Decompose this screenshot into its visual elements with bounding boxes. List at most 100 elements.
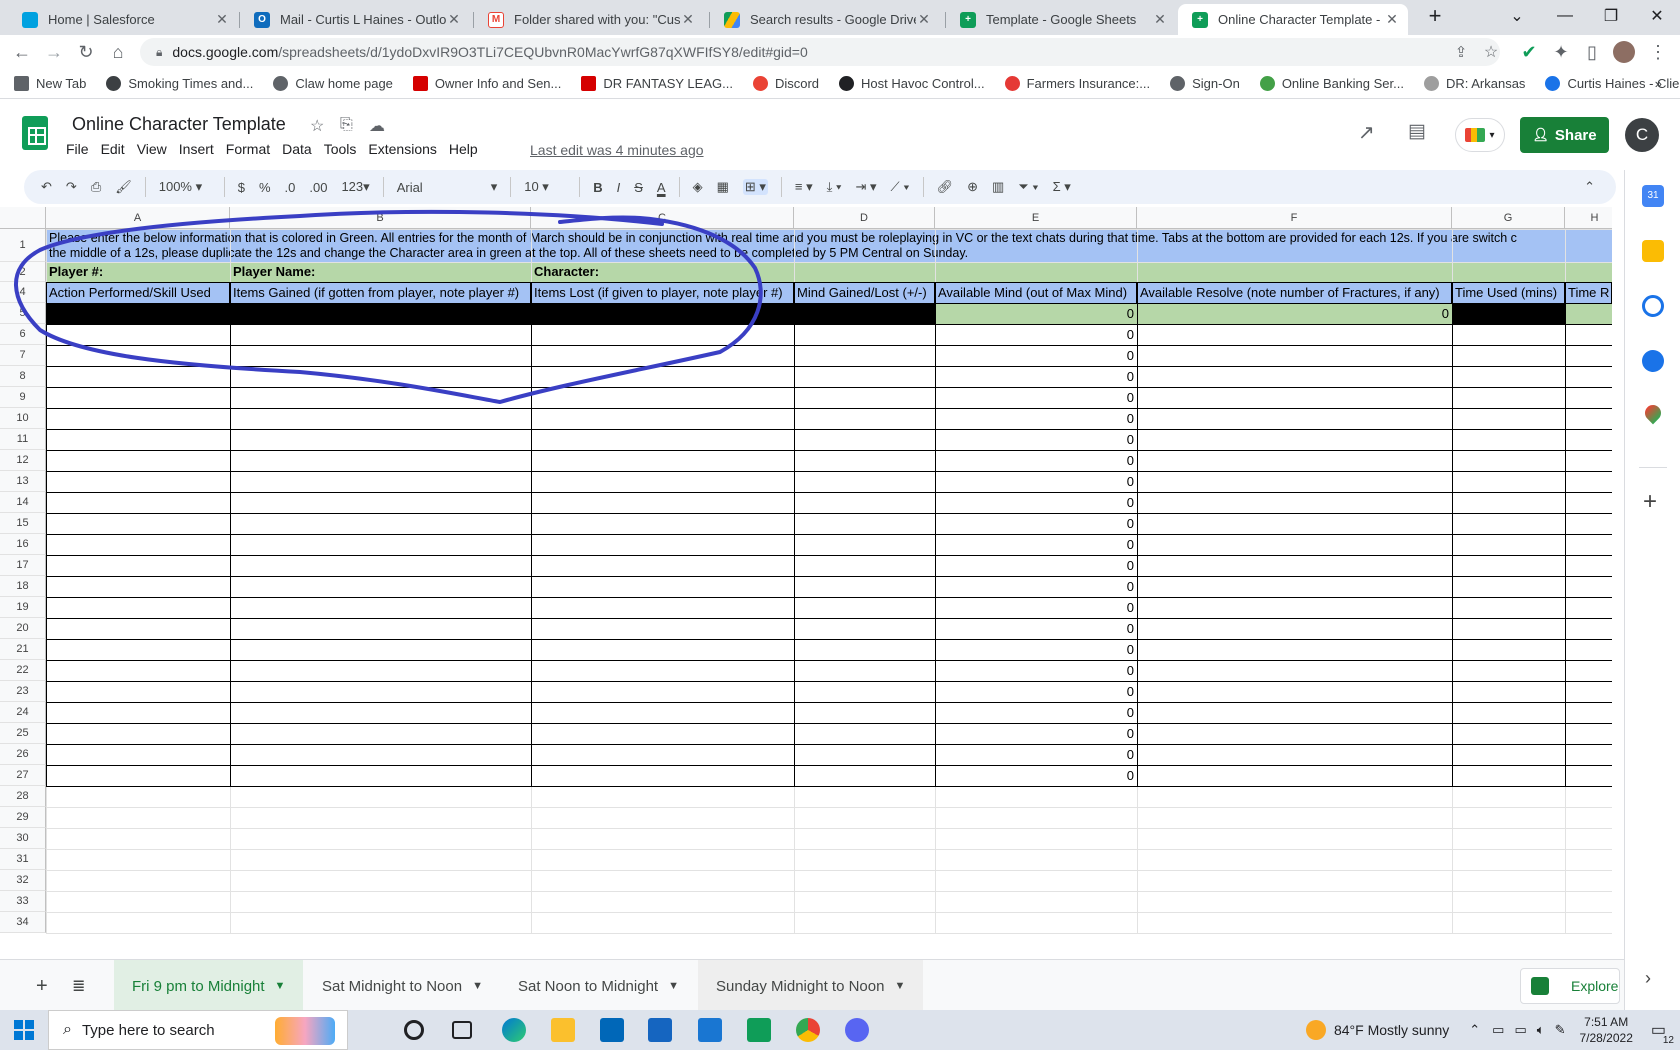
bookmark-item[interactable]: New Tab (14, 76, 86, 91)
row-header[interactable]: 23 (0, 681, 46, 702)
percent-format-button[interactable]: % (259, 180, 271, 195)
row-header[interactable]: 14 (0, 492, 46, 513)
row-header[interactable]: 6 (0, 324, 46, 345)
collapse-menus-icon[interactable]: ⌃ (1584, 179, 1595, 195)
undo-icon[interactable]: ↶ (41, 179, 52, 195)
available-mind-value[interactable]: 0 (935, 555, 1137, 576)
available-mind-value[interactable]: 0 (935, 723, 1137, 744)
sheet-tab-sat-midnight[interactable]: Sat Midnight to Noon ▼ (304, 960, 501, 1012)
last-edit-link[interactable]: Last edit was 4 minutes ago (530, 142, 704, 158)
available-mind-value[interactable]: 0 (935, 534, 1137, 555)
back-icon[interactable]: ← (8, 39, 36, 65)
forward-icon[interactable]: → (40, 39, 68, 65)
column-title-cell[interactable]: Available Mind (out of Max Mind) (935, 282, 1137, 303)
row-header[interactable]: 8 (0, 366, 46, 387)
expand-panel-icon[interactable]: › (1645, 968, 1651, 989)
menu-extensions[interactable]: Extensions (368, 141, 436, 157)
print-icon[interactable]: ⎙ (91, 179, 101, 195)
chevron-up-icon[interactable]: ⌃ (1469, 1022, 1480, 1038)
row-header[interactable]: 5 (0, 303, 46, 324)
side-panel-icon[interactable]: ▯ (1578, 39, 1606, 65)
functions-icon[interactable]: Σ ▾ (1053, 179, 1071, 195)
available-mind-value[interactable]: 0 (935, 408, 1137, 429)
font-family-select[interactable]: Arial (397, 180, 477, 195)
minimize-button[interactable]: — (1542, 0, 1588, 32)
horizontal-align-icon[interactable]: ≡ ▾ (795, 179, 813, 195)
microsoft-store-icon[interactable] (600, 1018, 624, 1042)
menu-file[interactable]: File (66, 141, 89, 157)
row-header[interactable]: 30 (0, 828, 46, 849)
bookmark-item[interactable]: Farmers Insurance:... (1004, 76, 1150, 91)
edge-icon[interactable] (502, 1018, 526, 1042)
bookmark-item[interactable]: Discord (752, 76, 819, 91)
insert-link-icon[interactable]: 🔗︎ (937, 179, 954, 195)
bookmark-item[interactable]: DR FANTASY LEAG... (581, 76, 733, 91)
column-header-a[interactable]: A (46, 207, 230, 229)
row-header[interactable]: 22 (0, 660, 46, 681)
browser-tab-drive[interactable]: Search results - Google Drive ✕ (710, 4, 940, 35)
redo-icon[interactable]: ↷ (66, 179, 77, 195)
row-header[interactable]: 21 (0, 639, 46, 660)
select-all-corner[interactable] (0, 207, 46, 229)
close-icon[interactable]: ✕ (214, 11, 230, 28)
clock[interactable]: 7:51 AM 7/28/2022 (1579, 1014, 1632, 1046)
column-header-h[interactable]: H (1565, 207, 1612, 229)
keep-icon[interactable] (1642, 240, 1664, 262)
tab-search-icon[interactable]: ⌄ (1494, 0, 1540, 32)
available-mind-value[interactable]: 0 (935, 471, 1137, 492)
paint-format-icon[interactable]: 🖌︎ (115, 179, 132, 195)
row-header[interactable]: 16 (0, 534, 46, 555)
account-avatar[interactable]: C (1625, 118, 1659, 152)
row-header[interactable]: 13 (0, 471, 46, 492)
menu-data[interactable]: Data (282, 141, 312, 157)
column-header-c[interactable]: C (531, 207, 794, 229)
row-header[interactable]: 29 (0, 807, 46, 828)
instructions-cell[interactable]: Please enter the below information that … (46, 229, 1612, 262)
column-title-cell[interactable]: Action Performed/Skill Used (46, 282, 230, 303)
file-explorer-icon[interactable] (551, 1018, 575, 1042)
meet-button[interactable]: ▾ (1455, 118, 1505, 152)
green-input-cell[interactable]: 0 (935, 303, 1137, 324)
notifications-icon[interactable]: ▭ 12 (1651, 1020, 1674, 1046)
bookmark-item[interactable]: Claw home page (273, 76, 393, 91)
browser-tab-outlook[interactable]: O Mail - Curtis L Haines - Outlook ✕ (240, 4, 470, 35)
available-mind-value[interactable]: 0 (935, 597, 1137, 618)
text-color-button[interactable]: A (657, 180, 666, 195)
available-mind-value[interactable]: 0 (935, 366, 1137, 387)
tasks-icon[interactable] (1642, 295, 1664, 317)
browser-tab-template-sheets[interactable]: + Template - Google Sheets ✕ (946, 4, 1176, 35)
player-name-cell[interactable]: Player Name: (230, 262, 531, 282)
bold-button[interactable]: B (593, 180, 602, 195)
player-number-cell[interactable]: Player #: (46, 262, 230, 282)
insert-comment-icon[interactable]: ⊕ (967, 179, 978, 195)
available-mind-value[interactable]: 0 (935, 639, 1137, 660)
reload-icon[interactable]: ↻ (72, 39, 100, 65)
available-mind-value[interactable]: 0 (935, 450, 1137, 471)
row-header[interactable]: 20 (0, 618, 46, 639)
row-header[interactable]: 12 (0, 450, 46, 471)
font-size-select[interactable]: 10 ▾ (524, 179, 566, 195)
close-icon[interactable]: ✕ (680, 11, 696, 28)
row-header[interactable]: 15 (0, 513, 46, 534)
google-sheets-taskbar-icon[interactable] (747, 1018, 771, 1042)
row-header[interactable]: 10 (0, 408, 46, 429)
weather-text[interactable]: 84°F Mostly sunny (1334, 1022, 1449, 1038)
row-header[interactable]: 24 (0, 702, 46, 723)
column-header-g[interactable]: G (1452, 207, 1565, 229)
column-title-cell[interactable]: Items Lost (if given to player, note pla… (531, 282, 794, 303)
column-title-cell[interactable]: Items Gained (if gotten from player, not… (230, 282, 531, 303)
network-icon[interactable]: ▭ (1492, 1022, 1504, 1038)
row-header[interactable]: 33 (0, 891, 46, 912)
available-mind-value[interactable]: 0 (935, 429, 1137, 450)
close-icon[interactable]: ✕ (1152, 11, 1168, 28)
column-header-b[interactable]: B (230, 207, 531, 229)
taskbar-search[interactable]: ⌕ Type here to search (48, 1010, 348, 1050)
available-mind-value[interactable]: 0 (935, 513, 1137, 534)
sheet-tab-fri[interactable]: Fri 9 pm to Midnight ▼ (114, 960, 304, 1012)
available-mind-value[interactable]: 0 (935, 576, 1137, 597)
text-rotation-icon[interactable]: ⟋ ▾ (891, 179, 910, 195)
green-input-cell[interactable] (1565, 303, 1612, 324)
calendar-icon[interactable]: 31 (1642, 185, 1664, 207)
row-header[interactable]: 2 (0, 262, 46, 282)
task-view-icon[interactable] (452, 1021, 472, 1039)
